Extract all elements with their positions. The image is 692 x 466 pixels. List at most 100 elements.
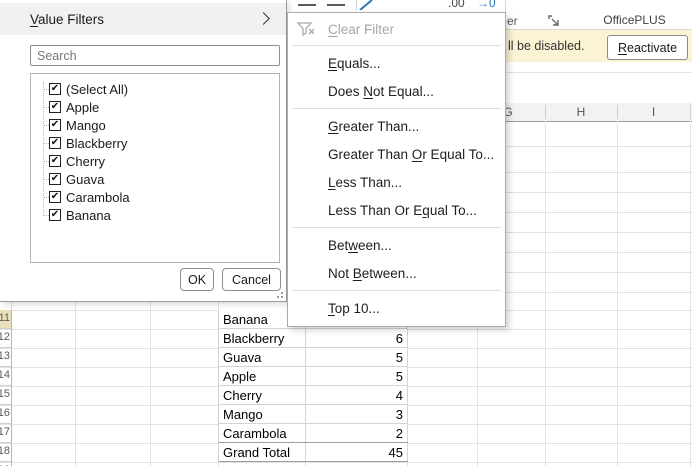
row-header[interactable]: 14 xyxy=(0,367,11,386)
gridline xyxy=(505,212,692,213)
formula-bar-border xyxy=(505,72,692,73)
row-header[interactable]: 12 xyxy=(0,329,11,348)
checkbox-checked[interactable]: ✔ xyxy=(49,173,61,185)
filter-item-label: Carambola xyxy=(66,190,130,205)
tree-line xyxy=(43,215,49,216)
pivot-cell-value[interactable]: 4 xyxy=(306,386,408,404)
column-header-i[interactable]: I xyxy=(617,105,690,119)
row-header[interactable]: 17 xyxy=(0,424,11,443)
pivot-cell-value[interactable]: 5 xyxy=(306,367,408,385)
pivot-cell-value[interactable]: 6 xyxy=(306,329,408,347)
pivot-cell-label[interactable]: Apple xyxy=(219,367,306,385)
pivot-cell-value[interactable]: 45 xyxy=(306,443,408,461)
pivot-cell-label[interactable]: Blackberry xyxy=(219,329,306,347)
filter-list-item[interactable]: ✔ Cherry xyxy=(31,152,279,170)
pivot-cell-label[interactable]: Cherry xyxy=(219,386,306,404)
chevron-right-icon xyxy=(257,12,270,25)
pivot-cell-label[interactable]: Grand Total xyxy=(219,443,306,461)
gridline xyxy=(505,146,692,147)
pivot-cell-value[interactable]: 2 xyxy=(306,424,408,442)
sheet-grid[interactable] xyxy=(505,121,692,466)
row-header[interactable]: 16 xyxy=(0,405,11,424)
filter-item-label: Guava xyxy=(66,172,104,187)
filter-list-item[interactable]: ✔ Guava xyxy=(31,170,279,188)
excel-window: .00 →0 er OfficePLUS ll be disabled. Rea… xyxy=(0,0,692,466)
filter-list-item[interactable]: ✔ Carambola xyxy=(31,188,279,206)
checkbox-checked[interactable]: ✔ xyxy=(49,209,61,221)
table-row: Guava5 xyxy=(219,348,408,367)
pivot-cell-label[interactable]: Guava xyxy=(219,348,306,366)
cancel-button[interactable]: Cancel xyxy=(222,268,281,291)
checkbox-checked[interactable]: ✔ xyxy=(49,101,61,113)
checkbox-checked[interactable]: ✔ xyxy=(49,191,61,203)
filter-list-item[interactable]: ✔ Banana xyxy=(31,206,279,224)
checkbox-checked[interactable]: ✔ xyxy=(49,155,61,167)
increase-decimal-icon[interactable]: .00 xyxy=(448,0,465,9)
menu-item-greater-than[interactable]: Greater Than... xyxy=(288,112,505,140)
filter-list-item[interactable]: ✔ (Select All) xyxy=(31,80,279,98)
align-icon-fragment xyxy=(298,4,316,6)
reactivate-button[interactable]: Reactivate xyxy=(607,35,688,60)
menu-item-equals[interactable]: Equals... xyxy=(288,49,505,77)
table-row: Carambola2 xyxy=(219,424,408,443)
gridline xyxy=(505,232,692,233)
tree-line xyxy=(43,125,49,126)
menu-item-not-between[interactable]: Not Between... xyxy=(288,259,505,287)
pivot-cell-label[interactable]: Carambola xyxy=(219,424,306,442)
menu-item-less-than-or-equal-to[interactable]: Less Than Or Equal To... xyxy=(288,196,505,224)
row-header[interactable]: 19 xyxy=(0,462,11,466)
column-header-h[interactable]: H xyxy=(545,105,617,119)
column-divider xyxy=(690,105,691,119)
table-row: Apple5 xyxy=(219,367,408,386)
gridline xyxy=(505,310,692,311)
gridline xyxy=(505,386,692,387)
number-group-label-fragment: er xyxy=(507,14,518,28)
pivot-cell-value[interactable]: 5 xyxy=(306,348,408,366)
dialog-launcher-icon[interactable] xyxy=(548,15,560,27)
filter-item-label: Banana xyxy=(66,208,111,223)
pivot-cell-value[interactable]: 3 xyxy=(306,405,408,423)
row-header[interactable]: 18 xyxy=(0,443,11,462)
menu-item-does-not-equal[interactable]: Does Not Equal... xyxy=(288,77,505,105)
row-header[interactable]: 11 xyxy=(0,310,11,329)
menu-item-between[interactable]: Between... xyxy=(288,231,505,259)
filter-list-item[interactable]: ✔Apple xyxy=(31,98,279,116)
clear-filter-icon xyxy=(296,20,316,38)
resize-grip[interactable] xyxy=(275,290,283,298)
filter-item-label: Mango xyxy=(66,118,106,133)
tree-line xyxy=(43,107,49,108)
tab-officeplus[interactable]: OfficePLUS xyxy=(597,13,672,27)
filter-item-label: (Select All) xyxy=(66,82,128,97)
search-input[interactable] xyxy=(30,45,280,66)
filter-item-label: Cherry xyxy=(66,154,105,169)
decimal-buttons-fragment[interactable]: .00 →0 xyxy=(448,0,504,9)
filter-list-item[interactable]: ✔Blackberry xyxy=(31,134,279,152)
gridline xyxy=(505,462,692,463)
pivot-cell-label[interactable]: Mango xyxy=(219,405,306,423)
menu-separator xyxy=(292,290,501,291)
gridline xyxy=(505,348,692,349)
filter-value-list: ✔(Select All)✔Apple✔Mango✔Blackberry✔Che… xyxy=(30,73,280,263)
message-bar-text: ll be disabled. xyxy=(508,39,584,53)
menu-separator xyxy=(292,108,501,109)
menu-item-greater-than-or-equal-to[interactable]: Greater Than Or Equal To... xyxy=(288,140,505,168)
ribbon-separator xyxy=(356,0,357,10)
menu-item-top-10[interactable]: Top 10... xyxy=(288,294,505,322)
menu-item-clear-filter[interactable]: Clear Filter xyxy=(288,16,505,42)
checkbox-checked[interactable]: ✔ xyxy=(49,137,61,149)
filter-list-item[interactable]: ✔ Mango xyxy=(31,116,279,134)
menu-item-value-filters[interactable]: Value Filters xyxy=(0,3,286,35)
gridline xyxy=(505,367,692,368)
filter-dropdown-panel: Value Filters ✔(Select All)✔Apple✔Mango✔… xyxy=(0,0,287,302)
checkbox-checked[interactable]: ✔ xyxy=(49,119,61,131)
ok-button[interactable]: OK xyxy=(180,268,214,291)
row-header[interactable]: 15 xyxy=(0,386,11,405)
gridline xyxy=(617,121,618,466)
message-bar: ll be disabled. Reactivate xyxy=(500,30,692,62)
row-header[interactable]: 13 xyxy=(0,348,11,367)
decrease-decimal-icon[interactable]: →0 xyxy=(477,0,496,9)
menu-item-less-than[interactable]: Less Than... xyxy=(288,168,505,196)
gridline xyxy=(505,424,692,425)
tree-line xyxy=(43,197,49,198)
checkbox-checked[interactable]: ✔ xyxy=(49,83,61,95)
